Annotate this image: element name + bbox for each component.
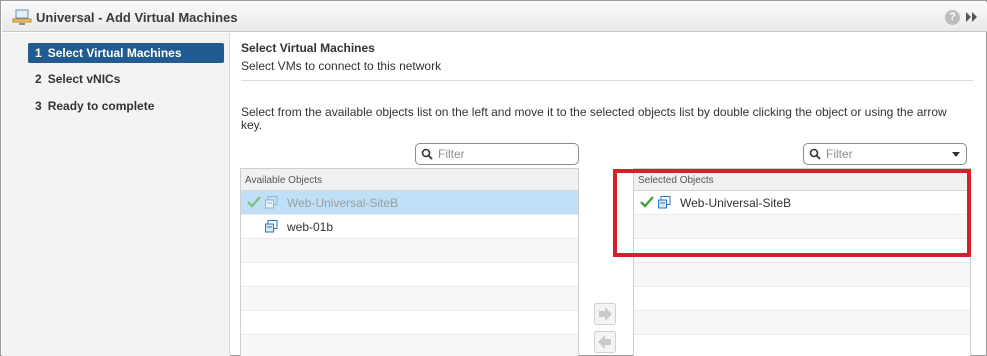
window-title: Universal - Add Virtual Machines <box>36 10 238 25</box>
page-title: Select Virtual Machines <box>241 41 375 55</box>
step-label: Select Virtual Machines <box>47 46 182 60</box>
help-icon[interactable]: ? <box>945 10 960 25</box>
step-ready-to-complete[interactable]: 3 Ready to complete <box>28 96 224 116</box>
expand-icon[interactable] <box>965 11 979 23</box>
virtual-machine-icon <box>265 220 278 233</box>
list-item[interactable]: Web-Universal-SiteB <box>241 191 578 215</box>
virtual-machine-icon <box>265 196 278 209</box>
step-select-vnics[interactable]: 2 Select vNICs <box>28 69 224 89</box>
available-filter-input[interactable] <box>438 146 558 162</box>
step-select-virtual-machines[interactable]: 1 Select Virtual Machines <box>28 43 224 63</box>
highlight-box <box>613 169 971 257</box>
list-item-label: Web-Universal-SiteB <box>287 196 399 210</box>
step-label: Select vNICs <box>47 72 121 86</box>
chevron-down-icon[interactable] <box>952 152 960 157</box>
title-bar: Universal - Add Virtual Machines ? <box>2 2 987 32</box>
empty-row <box>634 311 970 335</box>
empty-row <box>241 239 578 263</box>
available-objects-header: Available Objects <box>241 169 578 191</box>
empty-row <box>634 287 970 311</box>
step-number: 3 <box>35 99 42 113</box>
list-item[interactable]: web-01b <box>241 215 578 239</box>
network-icon <box>12 9 32 25</box>
step-number: 1 <box>35 46 42 60</box>
empty-row <box>241 311 578 335</box>
move-left-arrow-icon[interactable] <box>594 331 616 353</box>
dialog-window: Universal - Add Virtual Machines ? 1 Sele… <box>0 0 987 356</box>
empty-row <box>241 287 578 311</box>
page-subtitle: Select VMs to connect to this network <box>241 59 442 73</box>
step-label: Ready to complete <box>47 99 155 113</box>
check-icon <box>247 196 261 208</box>
step-number: 2 <box>35 72 42 86</box>
search-icon <box>809 148 821 160</box>
empty-row <box>241 335 578 356</box>
available-filter[interactable] <box>415 143 579 165</box>
divider <box>241 80 973 81</box>
list-item-label: web-01b <box>287 220 334 234</box>
available-objects-list[interactable]: Available Objects Web-Universal-SiteB we… <box>240 168 579 356</box>
selected-filter-input[interactable] <box>826 146 946 162</box>
move-right-arrow-icon[interactable] <box>594 303 616 325</box>
empty-row <box>634 335 970 356</box>
instructions-text: Select from the available objects list o… <box>241 105 947 132</box>
selected-filter[interactable] <box>803 143 967 165</box>
empty-row <box>634 263 970 287</box>
empty-row <box>241 263 578 287</box>
search-icon <box>421 148 433 160</box>
wizard-steps: 1 Select Virtual Machines 2 Select vNICs 3… <box>2 33 230 356</box>
